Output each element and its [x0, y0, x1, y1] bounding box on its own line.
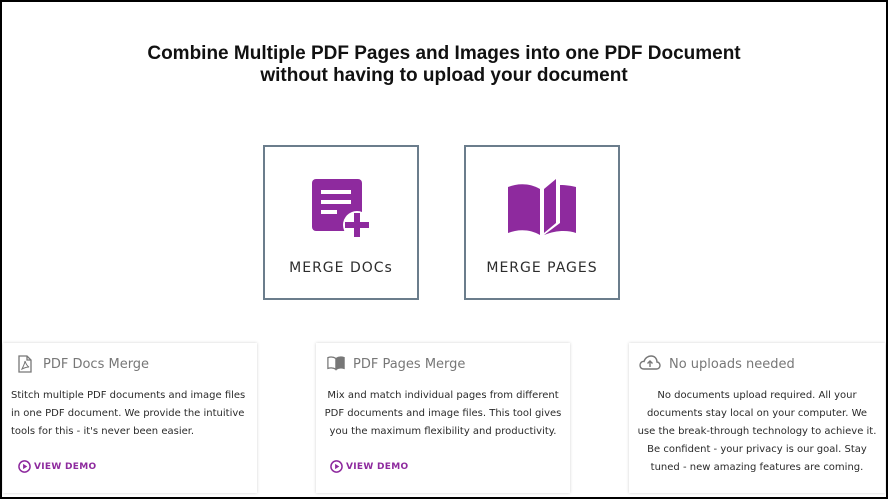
document-add-icon	[312, 179, 371, 239]
view-demo-link[interactable]: VIEW DEMO	[330, 460, 408, 473]
cloud-upload-icon	[639, 355, 661, 373]
feature-pdf-docs-merge: PDF Docs Merge Stitch multiple PDF docum…	[3, 343, 257, 493]
feature-title-text: PDF Docs Merge	[43, 356, 150, 372]
feature-title-text: No uploads needed	[669, 356, 795, 372]
feature-description: Stitch multiple PDF documents and image …	[11, 390, 246, 437]
open-book-icon	[508, 179, 576, 235]
feature-no-uploads: No uploads needed No documents upload re…	[629, 343, 885, 493]
feature-title: PDF Pages Merge	[327, 355, 465, 373]
merge-docs-label: MERGE DOCs	[289, 260, 393, 276]
view-demo-label: VIEW DEMO	[34, 461, 97, 472]
merge-docs-card[interactable]: MERGE DOCs	[263, 145, 419, 300]
view-demo-link[interactable]: VIEW DEMO	[18, 460, 96, 473]
book-icon	[327, 355, 345, 373]
play-circle-icon	[18, 460, 31, 473]
feature-description: Mix and match individual pages from diff…	[324, 390, 562, 437]
headline-line-2: without having to upload your document	[260, 65, 628, 86]
merge-pages-label: MERGE PAGES	[486, 260, 598, 276]
play-circle-icon	[330, 460, 343, 473]
feature-title-text: PDF Pages Merge	[353, 356, 466, 372]
headline-line-1: Combine Multiple PDF Pages and Images in…	[147, 43, 741, 64]
view-demo-label: VIEW DEMO	[346, 461, 409, 472]
feature-description: No documents upload required. All your d…	[637, 390, 877, 473]
feature-title: PDF Docs Merge	[17, 355, 149, 373]
pdf-file-icon	[17, 355, 35, 373]
feature-title: No uploads needed	[639, 355, 795, 373]
feature-pdf-pages-merge: PDF Pages Merge Mix and match individual…	[316, 343, 570, 493]
page-headline: Combine Multiple PDF Pages and Images in…	[0, 43, 888, 87]
merge-pages-card[interactable]: MERGE PAGES	[464, 145, 620, 300]
